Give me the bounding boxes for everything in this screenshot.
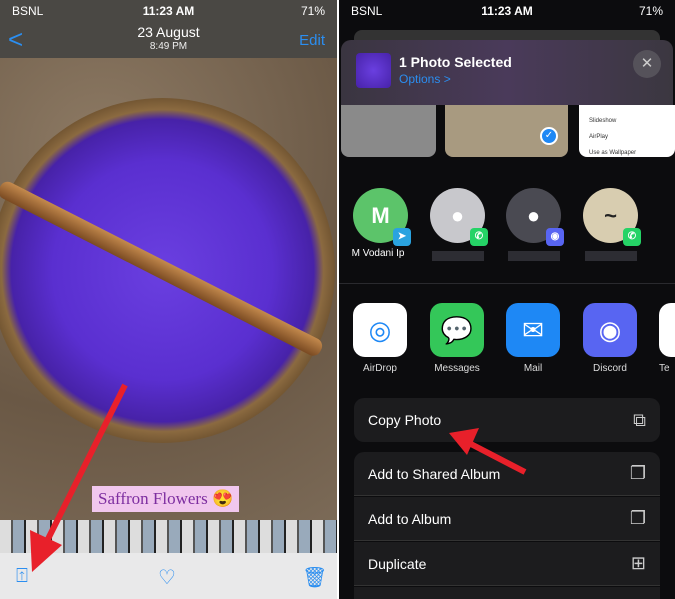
share-header: 1 Photo Selected Options > ✕: [341, 40, 673, 105]
photo-toolbar: ⍐ ♡ 🗑: [0, 553, 337, 599]
share-sheet: BSNL 11:23 AM 71% 1 Photo Selected Optio…: [339, 0, 675, 599]
preview-menu-item: AirPlay: [589, 134, 609, 140]
photos-app: Saffron Flowers 😍 BSNL 11:23 AM 71% < 23…: [0, 0, 337, 599]
carrier: BSNL: [12, 4, 44, 18]
avatar: ● ✆: [430, 188, 488, 246]
nav-bar: BSNL 11:23 AM 71% < 23 August 8:49 PM Ed…: [0, 0, 337, 58]
mail-icon: ✉: [506, 303, 560, 357]
contact[interactable]: ~ ✆: [583, 188, 641, 261]
whatsapp-icon: ✆: [470, 228, 488, 246]
copy-photo-action[interactable]: Copy Photo ⧉: [354, 398, 660, 442]
contacts-row: M ➤ M Vodani Ip ● ✆ ● ◉ ~ ✆: [339, 165, 675, 265]
edit-button[interactable]: Edit: [299, 32, 325, 49]
app-discord[interactable]: ◉ Discord: [583, 303, 637, 374]
contact-name: M Vodani Ip: [351, 248, 405, 259]
time: 11:23 AM: [481, 4, 533, 18]
add-to-album-action[interactable]: Add to Album ❐: [354, 497, 660, 541]
messages-icon: 💬: [430, 303, 484, 357]
battery: 71%: [300, 4, 325, 18]
contact[interactable]: ● ✆: [430, 188, 488, 261]
copy-icon: ⧉: [633, 409, 646, 430]
telegram-icon: ➤: [393, 228, 411, 246]
discord-icon: ◉: [583, 303, 637, 357]
duplicate-icon: ⊞: [630, 553, 646, 573]
photo-date: 23 August: [137, 24, 200, 40]
share-icon[interactable]: ⍐: [16, 565, 28, 588]
close-button[interactable]: ✕: [633, 50, 661, 78]
photo-caption: Saffron Flowers 😍: [92, 486, 240, 512]
trash-icon[interactable]: 🗑: [302, 565, 327, 590]
app-airdrop[interactable]: ◎ AirDrop: [353, 303, 407, 374]
photo-view[interactable]: Saffron Flowers 😍: [0, 58, 337, 520]
app-messages[interactable]: 💬 Messages: [430, 303, 484, 374]
checkmark-icon: ✓: [540, 127, 558, 145]
status-bar: BSNL 11:23 AM 71%: [339, 0, 675, 22]
avatar: M ➤: [353, 188, 411, 246]
share-title: 1 Photo Selected: [399, 54, 512, 70]
preview-photo-selected[interactable]: ✓: [445, 105, 568, 157]
app-telegram[interactable]: ➤Te: [659, 303, 675, 374]
shared-album-icon: ❐: [629, 463, 646, 483]
contact[interactable]: M ➤ M Vodani Ip: [352, 188, 411, 259]
carrier: BSNL: [351, 4, 383, 18]
more-action[interactable]: [354, 587, 660, 599]
heart-icon[interactable]: ♡: [158, 565, 176, 590]
status-bar: BSNL 11:23 AM 71%: [0, 0, 337, 22]
preview-menu-item: Use as Wallpaper: [589, 150, 637, 156]
preview-menu-item: Slideshow: [589, 118, 617, 124]
airdrop-icon: ◎: [353, 303, 407, 357]
preview-menu[interactable]: Slideshow AirPlay Use as Wallpaper: [579, 105, 675, 157]
preview-photo[interactable]: [341, 105, 436, 157]
selected-photo-thumbnail: [356, 53, 391, 88]
add-album-icon: ❐: [629, 508, 646, 528]
avatar: ● ◉: [506, 188, 564, 246]
contact[interactable]: ● ◉: [506, 188, 564, 261]
time: 11:23 AM: [142, 4, 195, 18]
duplicate-action[interactable]: Duplicate ⊞: [354, 542, 660, 586]
photo-time: 8:49 PM: [149, 41, 188, 52]
filmstrip[interactable]: [0, 520, 337, 553]
app-mail[interactable]: ✉ Mail: [506, 303, 560, 374]
avatar: ~ ✆: [583, 188, 641, 246]
telegram-icon: ➤: [659, 303, 675, 357]
discord-icon: ◉: [546, 228, 564, 246]
whatsapp-icon: ✆: [623, 228, 641, 246]
battery: 71%: [638, 4, 663, 18]
add-shared-album-action[interactable]: Add to Shared Album ❐: [354, 452, 660, 496]
options-link[interactable]: Options >: [399, 72, 451, 86]
